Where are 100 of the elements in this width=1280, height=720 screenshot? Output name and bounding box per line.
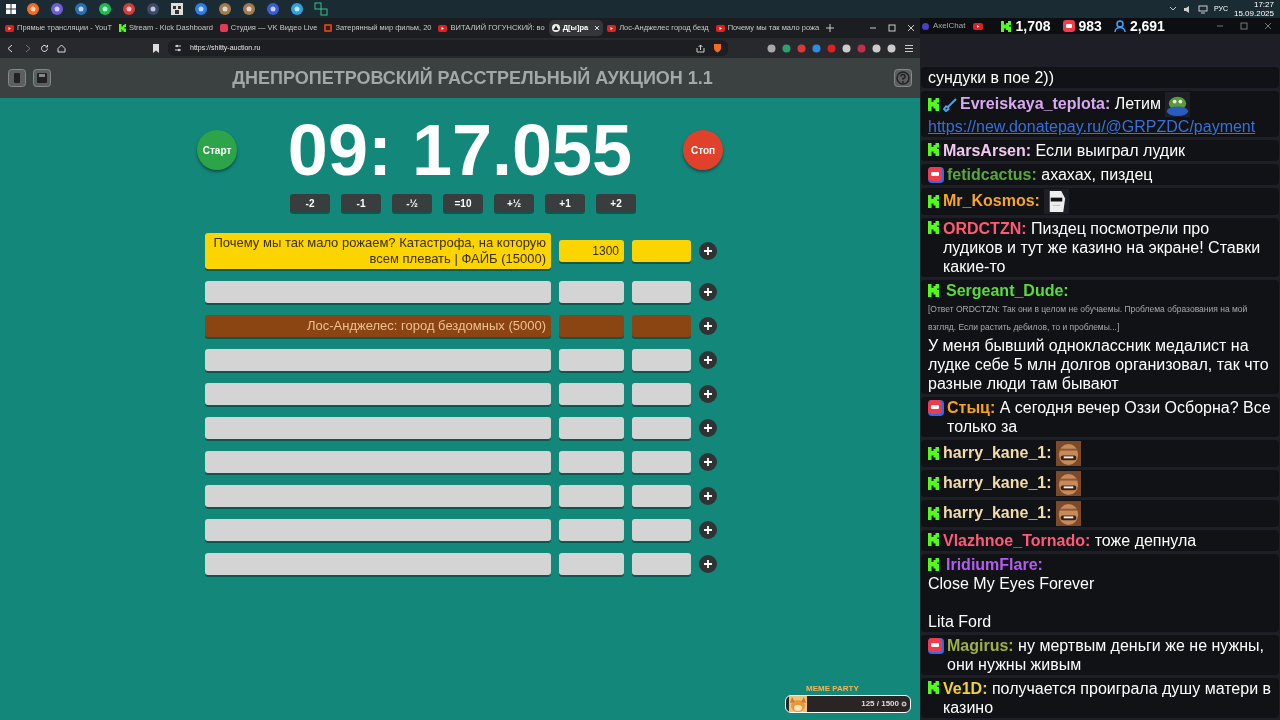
plus-icon[interactable]	[699, 385, 717, 403]
platform-icon	[928, 98, 940, 111]
menu-icon[interactable]	[904, 43, 914, 53]
amount-field[interactable]	[559, 553, 624, 575]
plus-icon[interactable]	[699, 453, 717, 471]
home-icon[interactable]	[57, 43, 66, 53]
lot-name-field[interactable]: Лос-Анджелес: город бездомных (5000)	[205, 315, 551, 337]
lot-name-field[interactable]	[205, 451, 551, 473]
add-amount-field[interactable]	[632, 349, 691, 371]
add-amount-field[interactable]	[632, 417, 691, 439]
step-button[interactable]: -1	[341, 194, 381, 212]
site-settings-icon[interactable]	[174, 44, 182, 52]
plus-icon[interactable]	[699, 555, 717, 573]
plus-icon[interactable]	[699, 351, 717, 369]
chevron-icon[interactable]	[1168, 5, 1177, 13]
lot-name-field[interactable]	[205, 281, 551, 303]
app-icon[interactable]	[98, 2, 112, 16]
share-icon[interactable]	[696, 43, 705, 53]
chat-username: Sergeant_Dude:	[946, 281, 1069, 300]
platform-icon	[119, 24, 127, 32]
speaker-icon[interactable]	[1182, 4, 1192, 14]
amount-field[interactable]	[559, 485, 624, 507]
stop-button[interactable]: Стоп	[683, 130, 723, 170]
reload-icon[interactable]	[40, 43, 49, 53]
step-button[interactable]: +1	[545, 194, 585, 212]
add-amount-field[interactable]	[632, 281, 691, 303]
plus-icon[interactable]	[699, 487, 717, 505]
chat-message: Magirus: ну мертвым деньги же не нужны, они нужны живым	[947, 636, 1265, 674]
app-icon[interactable]	[170, 2, 184, 16]
app-icon[interactable]	[290, 2, 304, 16]
plus-icon[interactable]	[699, 419, 717, 437]
amount-field[interactable]	[559, 519, 624, 541]
plus-icon[interactable]	[699, 242, 717, 260]
app-icon[interactable]	[218, 2, 232, 16]
shield-icon[interactable]	[713, 43, 722, 53]
lot-name-field[interactable]: Почему мы так мало рожаем? Катастрофа, на которую всем плевать | ФАЙБ (15000)	[205, 233, 551, 269]
app-icon[interactable]	[50, 2, 64, 16]
save-icon[interactable]	[33, 69, 51, 87]
lot-name-field[interactable]	[205, 519, 551, 541]
amount-field[interactable]	[559, 383, 624, 405]
message-text: сундуки в пое 2))	[928, 69, 1054, 86]
forward-icon[interactable]	[23, 43, 32, 53]
live-icon	[928, 400, 944, 416]
folder-button-icon[interactable]	[8, 69, 26, 87]
maximize-icon[interactable]	[887, 23, 897, 33]
platform-icon	[928, 195, 940, 208]
clock-time: 17:27	[1253, 0, 1274, 9]
step-button[interactable]: +2	[596, 194, 636, 212]
chat-message: Vlazhnoe_Tornado: тоже депнула	[943, 531, 1197, 550]
message-link[interactable]: https://new.donatepay.ru/@GRPZDC/payment	[928, 117, 1272, 136]
maximize-icon[interactable]	[1240, 22, 1248, 30]
add-amount-field[interactable]	[632, 383, 691, 405]
new-tab-icon[interactable]	[825, 23, 836, 33]
add-amount-field[interactable]	[632, 553, 691, 575]
monitor-icon[interactable]	[1197, 4, 1208, 14]
viewer-count: 1,708	[1015, 16, 1051, 36]
add-amount-field[interactable]	[632, 240, 691, 262]
step-button[interactable]: -2	[290, 194, 330, 212]
plus-icon[interactable]	[699, 521, 717, 539]
help-icon[interactable]	[894, 69, 912, 87]
lot-name-field[interactable]	[205, 383, 551, 405]
add-amount-field[interactable]	[632, 315, 691, 337]
add-amount-field[interactable]	[632, 485, 691, 507]
lot-name-field[interactable]	[205, 417, 551, 439]
plus-icon[interactable]	[699, 317, 717, 335]
amount-field[interactable]	[559, 281, 624, 303]
lot-name-field[interactable]	[205, 485, 551, 507]
amount-field[interactable]: 1300	[559, 240, 624, 262]
windows-icon[interactable]	[6, 4, 16, 14]
app-icon[interactable]	[242, 2, 256, 16]
app-icon[interactable]	[122, 2, 136, 16]
app-icon[interactable]	[74, 2, 88, 16]
step-button[interactable]: =10	[443, 194, 483, 212]
platform-icon	[1001, 20, 1012, 32]
step-button[interactable]: -½	[392, 194, 432, 212]
lot-name-field[interactable]	[205, 349, 551, 371]
back-icon[interactable]	[6, 43, 15, 53]
close-icon[interactable]	[1264, 22, 1272, 30]
bookmark-icon[interactable]	[152, 43, 160, 53]
live-icon	[928, 167, 944, 183]
play-icon	[438, 24, 448, 32]
step-button[interactable]: +½	[494, 194, 534, 212]
plus-icon[interactable]	[699, 283, 717, 301]
amount-field[interactable]	[559, 417, 624, 439]
app-icon[interactable]	[26, 2, 40, 16]
close-icon[interactable]	[906, 23, 916, 33]
chat-message: MarsArsen: Если выиграл лудик	[943, 141, 1186, 160]
add-amount-field[interactable]	[632, 451, 691, 473]
add-amount-field[interactable]	[632, 519, 691, 541]
app-icon[interactable]	[266, 2, 280, 16]
chat-message: Ve1D: получается проиграла душу матери в казино	[943, 679, 1272, 717]
app-icon[interactable]	[194, 2, 208, 16]
amount-field[interactable]	[559, 349, 624, 371]
platform-icon	[928, 143, 940, 156]
app-icon[interactable]	[146, 2, 160, 16]
amount-field[interactable]	[559, 315, 624, 337]
viewer-count: 983	[1078, 16, 1102, 36]
chat-username: IridiumFlare:	[946, 555, 1043, 574]
amount-field[interactable]	[559, 451, 624, 473]
lot-name-field[interactable]	[205, 553, 551, 575]
